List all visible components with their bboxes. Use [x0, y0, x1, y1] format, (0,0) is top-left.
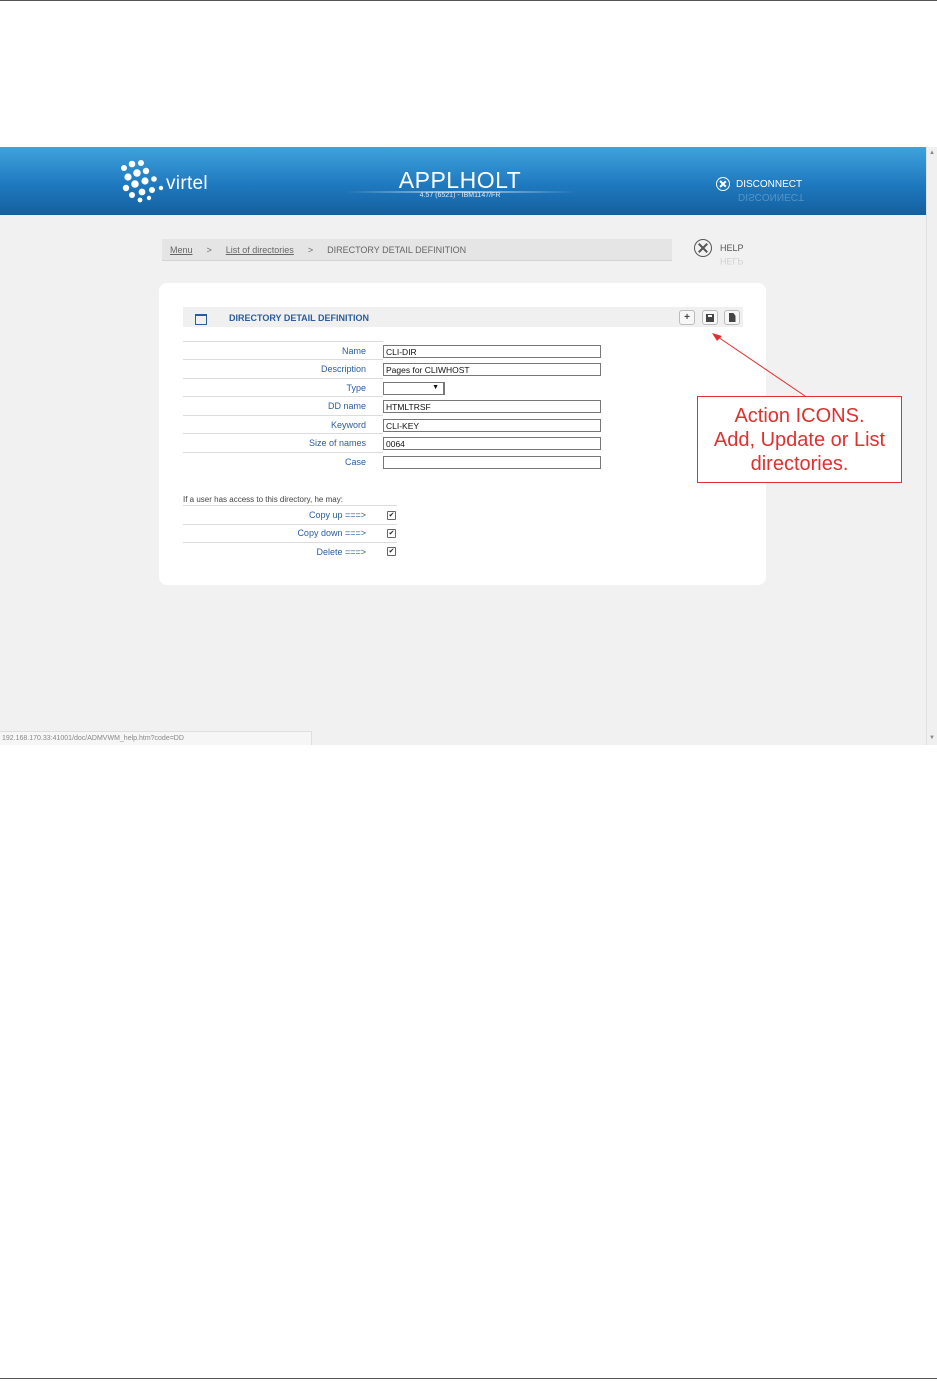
copy-up-checkbox[interactable]: ✔ [387, 511, 396, 520]
annotation-line-3: directories. [750, 453, 849, 475]
virtel-logo-icon [121, 160, 164, 203]
copy-up-label: Copy up ===> [308, 510, 366, 520]
scroll-down-icon[interactable]: ▼ [929, 735, 935, 741]
delete-checkbox[interactable]: ✔ [387, 547, 396, 556]
type-select[interactable]: ▼ [383, 382, 445, 395]
breadcrumb-current: DIRECTORY DETAIL DEFINITION [327, 244, 467, 255]
page-bottom-rule [0, 1378, 937, 1379]
annotation-line-1: Action ICONS. [734, 405, 865, 427]
copy-down-checkbox[interactable]: ✔ [387, 529, 396, 538]
keyword-input[interactable] [383, 419, 601, 432]
disconnect-button[interactable]: DISCONNECT [716, 177, 802, 191]
row-divider [183, 452, 383, 453]
description-label: Description [320, 364, 366, 374]
disconnect-reflection: DISCONNECT [738, 191, 805, 202]
type-label: Type [346, 383, 366, 393]
plus-icon: + [684, 312, 690, 323]
directory-detail-panel: DIRECTORY DETAIL DEFINITION + Name Descr… [159, 283, 766, 585]
document-icon [728, 313, 736, 322]
chevron-down-icon: ▼ [432, 384, 439, 391]
form-row-keyword: Keyword [183, 415, 601, 433]
row-divider [183, 396, 383, 397]
row-divider [183, 341, 383, 342]
logo-text: virtel [166, 173, 208, 194]
breadcrumb: Menu > List of directories > DIRECTORY D… [162, 239, 672, 261]
app-version: 4.57 (6521) - IBM1147/FR [419, 192, 501, 199]
keyword-label: Keyword [330, 420, 366, 430]
breadcrumb-separator: > [206, 244, 212, 255]
name-label: Name [341, 346, 366, 356]
case-input[interactable] [383, 456, 601, 469]
page-top-rule [0, 0, 937, 1]
name-input[interactable] [383, 345, 601, 358]
vertical-scrollbar[interactable]: ▲ ▼ [926, 147, 937, 745]
delete-label: Delete ===> [316, 547, 366, 557]
panel-header: DIRECTORY DETAIL DEFINITION + [183, 307, 743, 327]
form-row-ddname: DD name [183, 396, 601, 414]
form-row-name: Name [183, 341, 601, 359]
breadcrumb-separator: > [307, 244, 314, 255]
description-input[interactable] [383, 363, 601, 376]
row-divider [183, 542, 397, 543]
help-x-icon [694, 239, 712, 257]
panel-title: DIRECTORY DETAIL DEFINITION [229, 313, 370, 323]
size-of-names-input[interactable] [383, 437, 601, 450]
form-row-size: Size of names [183, 433, 601, 451]
form-row-type: Type ▼ [183, 378, 579, 396]
row-divider [183, 415, 383, 416]
app-title: APPLHOLT [398, 167, 522, 193]
app-header: virtel APPLHOLT 4.57 (6521) - IBM1147/FR… [0, 147, 926, 215]
breadcrumb-menu-link[interactable]: Menu [170, 245, 193, 255]
add-button[interactable]: + [679, 310, 695, 325]
ddname-label: DD name [327, 401, 366, 411]
annotation-callout: Action ICONS. Add, Update or List direct… [697, 396, 902, 483]
annotation-line-2: Add, Update or List [713, 429, 886, 451]
row-divider [183, 359, 383, 360]
row-divider [183, 433, 383, 434]
help-label: HELP [720, 243, 744, 253]
status-bar-url: 192.168.170.33:41001/doc/ADMVWM_help.htm… [0, 731, 312, 745]
help-reflection: HELP [720, 256, 744, 266]
size-of-names-label: Size of names [308, 438, 366, 448]
update-button[interactable] [702, 310, 718, 325]
breadcrumb-directories-link[interactable]: List of directories [226, 245, 294, 255]
copy-down-label: Copy down ===> [297, 528, 366, 538]
folder-icon [195, 314, 207, 325]
help-button[interactable]: HELP [694, 239, 744, 257]
row-divider [183, 524, 397, 525]
form-row-description: Description [183, 359, 601, 377]
form-row-case: Case [183, 452, 601, 470]
disconnect-label: DISCONNECT [736, 178, 803, 190]
access-intro: If a user has access to this directory, … [183, 495, 343, 504]
case-label: Case [344, 457, 366, 467]
close-circle-icon [716, 177, 730, 191]
list-button[interactable] [724, 310, 740, 325]
floppy-disk-icon [706, 313, 714, 322]
row-divider [183, 378, 383, 379]
ddname-input[interactable] [383, 400, 601, 413]
row-divider [183, 505, 397, 506]
scroll-up-icon[interactable]: ▲ [929, 150, 935, 156]
